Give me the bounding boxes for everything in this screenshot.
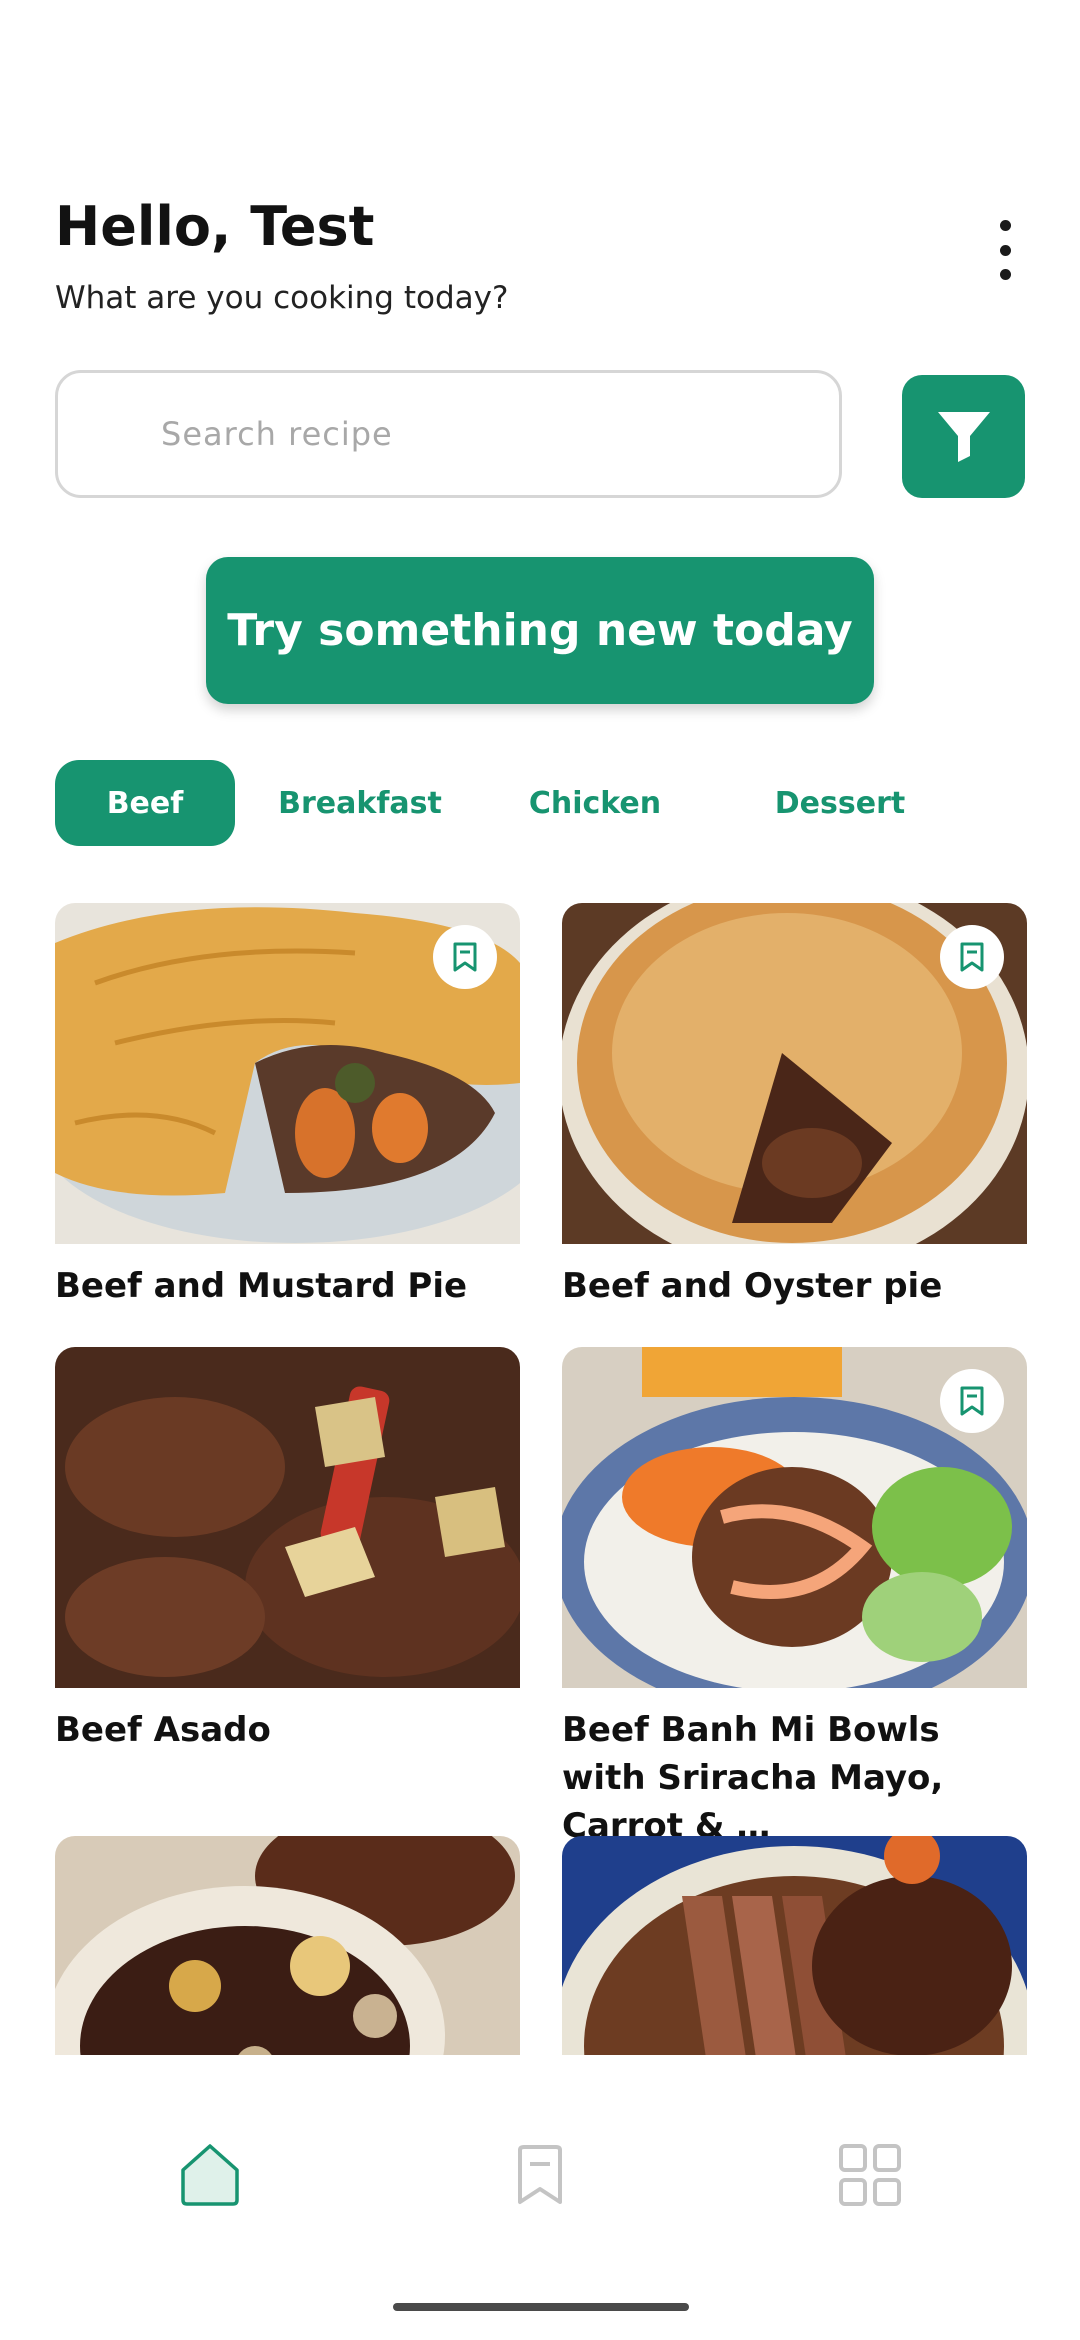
recipe-image (55, 1347, 520, 1688)
recipe-card[interactable]: Beef and Mustard Pie (55, 903, 520, 1310)
recipe-image (562, 1347, 1027, 1688)
bookmark-icon (518, 2145, 562, 2204)
more-options-button[interactable] (985, 220, 1025, 280)
try-something-new-button[interactable]: Try something new today (206, 557, 874, 704)
nav-saved[interactable] (500, 2135, 580, 2215)
search-input[interactable] (58, 373, 839, 495)
more-vertical-icon (999, 220, 1011, 231)
home-icon (181, 2144, 239, 2206)
home-indicator (393, 2303, 689, 2311)
greeting-title: Hello, Test (55, 195, 375, 258)
category-chip-beef[interactable]: Beef (55, 760, 235, 846)
header: Hello, Test What are you cooking today? (55, 195, 508, 316)
bottom-navigation (0, 2055, 1080, 2340)
search-box[interactable] (55, 370, 842, 498)
filter-icon (937, 411, 990, 462)
category-tabs: Beef Breakfast Chicken Dessert (55, 760, 1055, 846)
recipe-card[interactable]: Beef and Oyster pie (562, 903, 1027, 1310)
bookmark-button[interactable] (940, 925, 1004, 989)
bookmark-icon (453, 942, 477, 972)
recipe-title: Beef Banh Mi Bowls with Sriracha Mayo, C… (562, 1710, 944, 1846)
recipe-title: Beef and Mustard Pie (55, 1266, 468, 1306)
greeting-subtitle: What are you cooking today? (55, 280, 509, 316)
grid-icon (839, 2144, 901, 2206)
bookmark-button[interactable] (433, 925, 497, 989)
bookmark-icon (960, 942, 984, 972)
nav-categories[interactable] (830, 2135, 910, 2215)
category-chip-breakfast[interactable]: Breakfast (265, 760, 455, 846)
recipe-card[interactable]: Beef Asado (55, 1347, 520, 1754)
recipe-title: Beef and Oyster pie (562, 1266, 943, 1306)
filter-button[interactable] (902, 375, 1025, 498)
recipe-image (562, 903, 1027, 1244)
recipe-card[interactable]: Beef Banh Mi Bowls with Sriracha Mayo, C… (562, 1347, 1027, 1850)
bookmark-button[interactable] (940, 1369, 1004, 1433)
bookmark-icon (960, 1386, 984, 1416)
recipe-image (55, 903, 520, 1244)
category-chip-dessert[interactable]: Dessert (755, 760, 925, 846)
recipe-title: Beef Asado (55, 1710, 271, 1750)
nav-home[interactable] (170, 2135, 250, 2215)
category-chip-chicken[interactable]: Chicken (510, 760, 680, 846)
